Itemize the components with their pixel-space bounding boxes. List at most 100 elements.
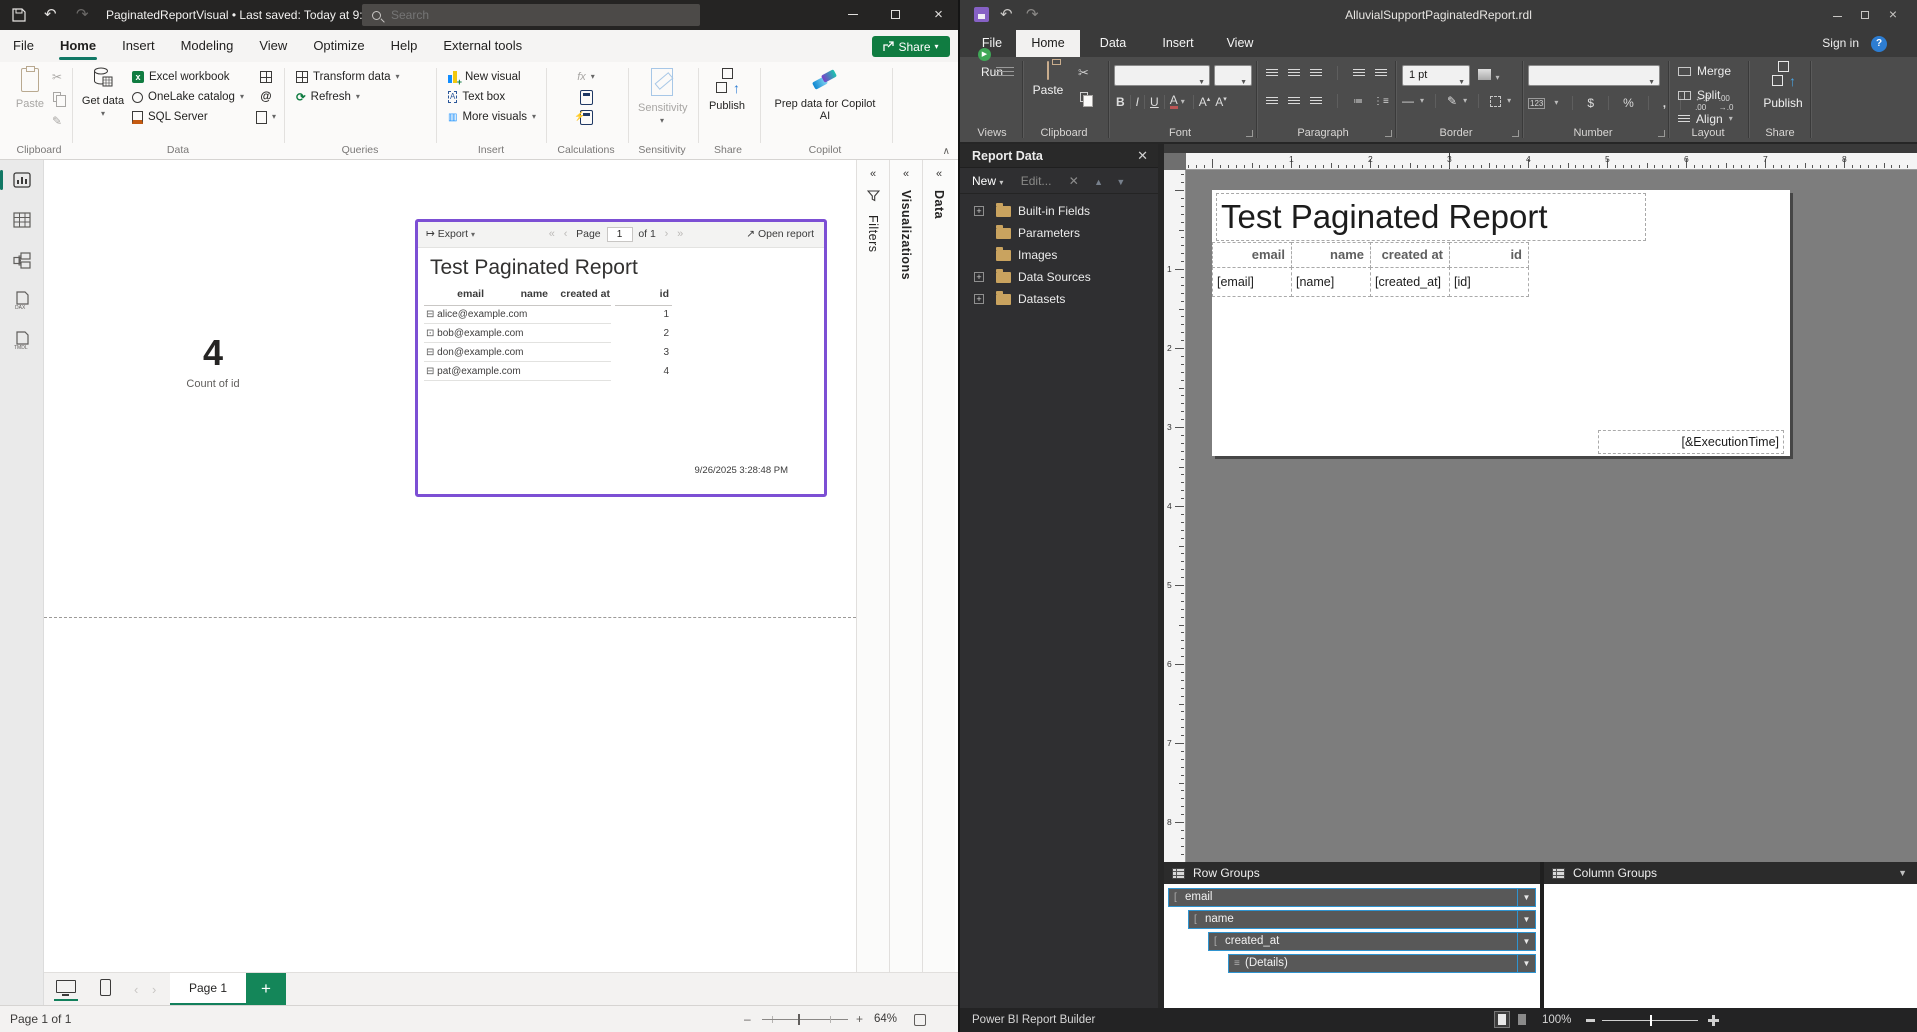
tree-item-built-in-fields[interactable]: +Built-in Fields xyxy=(960,200,1158,222)
grow-font-button[interactable]: A▴ xyxy=(1199,95,1211,109)
last-page-icon[interactable]: » xyxy=(677,228,683,240)
data-cell-email[interactable]: [email] xyxy=(1212,267,1292,297)
expand-panel-icon[interactable]: « xyxy=(923,168,955,180)
table-row[interactable]: ⊡ bob@example.com xyxy=(426,328,523,339)
paginated-report-visual[interactable]: ↦ Export ▾ « ‹ Page 1 of 1 › » ↗ Open re… xyxy=(415,219,827,497)
publish-button[interactable]: ↑ Publish xyxy=(1760,61,1806,110)
row-group-name[interactable]: [name▼ xyxy=(1188,910,1536,929)
open-report-button[interactable]: ↗ Open report xyxy=(746,228,814,240)
increase-indent-button[interactable] xyxy=(1375,69,1387,78)
align-right-button[interactable] xyxy=(1310,97,1322,106)
tree-item-data-sources[interactable]: +Data Sources xyxy=(960,266,1158,288)
tab-view[interactable]: View xyxy=(246,30,300,62)
underline-button[interactable]: U xyxy=(1150,95,1159,109)
caret-down-icon[interactable]: ▼ xyxy=(1517,911,1535,928)
add-page-button[interactable]: + xyxy=(246,973,286,1006)
number-format-select[interactable]: ▼ xyxy=(1528,65,1660,86)
expand-icon[interactable]: + xyxy=(974,294,984,304)
tree-item-datasets[interactable]: +Datasets xyxy=(960,288,1158,310)
page-number-input[interactable]: 1 xyxy=(607,227,633,242)
zoom-out-icon[interactable]: ‒ xyxy=(744,1006,751,1032)
align-center-button[interactable] xyxy=(1288,97,1300,106)
report-title-textbox[interactable]: Test Paginated Report xyxy=(1216,193,1646,241)
tablix[interactable]: email name created at id [email] [name] … xyxy=(1212,242,1533,297)
recent-sources-button[interactable]: ▾ xyxy=(256,107,276,127)
tree-item-parameters[interactable]: Parameters xyxy=(960,222,1158,244)
bold-button[interactable]: B xyxy=(1116,95,1125,109)
borders-button[interactable] xyxy=(1490,96,1501,107)
text-box-button[interactable]: AText box xyxy=(448,87,536,107)
align-top-button[interactable] xyxy=(1266,69,1278,78)
expand-icon[interactable]: + xyxy=(974,272,984,282)
minimize-button[interactable] xyxy=(831,0,874,30)
execution-time-textbox[interactable]: [&ExecutionTime] xyxy=(1598,430,1784,454)
undo-icon[interactable]: ↶ xyxy=(44,6,57,24)
report-canvas[interactable]: 4 Count of id ↦ Export ▾ « ‹ Page 1 of 1… xyxy=(44,160,856,972)
zoom-slider-thumb[interactable] xyxy=(1650,1015,1652,1026)
report-view-button[interactable] xyxy=(0,160,44,200)
close-panel-icon[interactable]: ✕ xyxy=(1137,144,1148,168)
font-family-select[interactable]: ▼ xyxy=(1114,65,1210,86)
percent-button[interactable]: % xyxy=(1623,96,1634,110)
bullet-list-button[interactable]: ≔ xyxy=(1353,96,1363,107)
line-style-button[interactable]: — xyxy=(1402,94,1414,108)
comma-button[interactable]: , xyxy=(1663,96,1666,110)
tab-view[interactable]: View xyxy=(1218,30,1262,57)
help-icon[interactable]: ? xyxy=(1871,36,1887,52)
transform-data-button[interactable]: Transform data▾ xyxy=(296,67,400,87)
tmdl-view-button[interactable]: TMDL xyxy=(0,320,44,360)
tab-data[interactable]: Data xyxy=(1090,30,1136,57)
fill-color-button[interactable]: ▾ xyxy=(1478,67,1499,85)
shrink-font-button[interactable]: A▾ xyxy=(1215,95,1227,109)
font-color-button[interactable]: A xyxy=(1170,95,1178,109)
edit-button[interactable]: Edit... xyxy=(1021,174,1052,188)
align-button[interactable]: Align ▾ xyxy=(1678,112,1733,126)
minimize-button[interactable] xyxy=(1823,0,1851,26)
run-view-button[interactable] xyxy=(1514,1011,1530,1028)
tab-modeling[interactable]: Modeling xyxy=(168,30,247,62)
move-down-icon[interactable]: ▼ xyxy=(1116,177,1125,187)
publish-button[interactable]: ↑ Publish xyxy=(704,68,750,112)
tab-home[interactable]: Home xyxy=(1016,30,1080,57)
more-visuals-button[interactable]: ▥More visuals▾ xyxy=(448,107,536,127)
cut-icon[interactable]: ✂ xyxy=(52,70,62,84)
expand-panel-icon[interactable]: « xyxy=(857,168,889,180)
pen-color-button[interactable]: ✎ xyxy=(1447,94,1457,108)
new-calculation-button[interactable]: ⚡ xyxy=(572,107,600,127)
quick-measure-button[interactable] xyxy=(572,87,600,107)
header-cell-name[interactable]: name xyxy=(1291,242,1371,268)
dax-query-view-button[interactable]: DAX xyxy=(0,280,44,320)
tab-file[interactable]: File xyxy=(970,30,1014,57)
restore-button[interactable] xyxy=(1851,0,1879,30)
zoom-in-icon[interactable]: + xyxy=(856,1006,863,1032)
dataverse-button[interactable]: @ xyxy=(256,87,276,107)
tab-external-tools[interactable]: External tools xyxy=(430,30,535,62)
excel-workbook-button[interactable]: xExcel workbook xyxy=(132,67,244,87)
close-button[interactable]: × xyxy=(1879,0,1907,28)
expand-panel-icon[interactable]: « xyxy=(890,168,922,180)
design-surface[interactable]: Test Paginated Report email name created… xyxy=(1186,170,1917,862)
first-page-icon[interactable]: « xyxy=(549,228,555,240)
run-button[interactable]: Run xyxy=(970,62,1014,79)
previous-page-tab-icon[interactable]: ‹ xyxy=(134,973,138,1006)
tab-home[interactable]: Home xyxy=(47,30,109,62)
maximize-button[interactable] xyxy=(874,0,917,30)
report-page[interactable]: Test Paginated Report email name created… xyxy=(1212,190,1790,456)
tab-optimize[interactable]: Optimize xyxy=(300,30,377,62)
caret-down-icon[interactable]: ▼ xyxy=(1898,862,1907,884)
new-button[interactable]: New ▾ xyxy=(972,174,1003,188)
new-measure-button[interactable]: fx▾ xyxy=(572,67,600,87)
card-visual-value[interactable]: 4 xyxy=(130,332,296,374)
zoom-out-icon[interactable] xyxy=(1586,1019,1595,1022)
close-button[interactable]: × xyxy=(917,0,960,30)
model-view-button[interactable] xyxy=(0,240,44,280)
sensitivity-button[interactable]: Sensitivity▾ xyxy=(638,68,686,126)
next-page-icon[interactable]: › xyxy=(665,228,669,240)
new-visual-button[interactable]: + New visual xyxy=(448,67,536,87)
align-middle-button[interactable] xyxy=(1288,69,1300,78)
numbered-list-button[interactable]: ⋮≡ xyxy=(1373,96,1389,107)
delete-icon[interactable]: ✕ xyxy=(1069,174,1079,188)
tree-item-images[interactable]: Images xyxy=(960,244,1158,266)
fit-to-page-icon[interactable] xyxy=(914,1014,926,1026)
data-panel-collapsed[interactable]: « Data xyxy=(922,160,955,972)
